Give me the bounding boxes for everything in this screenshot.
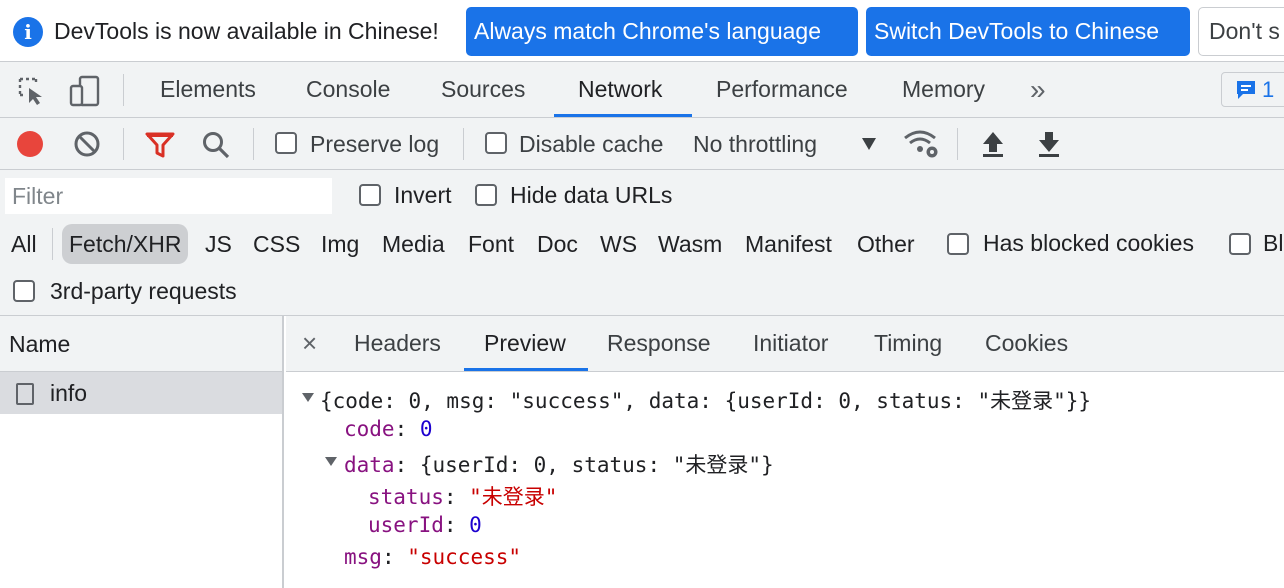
- document-icon: [16, 383, 34, 405]
- name-column-header[interactable]: Name: [0, 316, 282, 372]
- throttling-select[interactable]: No throttling: [693, 118, 817, 170]
- third-party-checkbox[interactable]: [13, 280, 35, 302]
- preserve-log-checkbox[interactable]: [275, 132, 297, 154]
- toolbar-divider: [463, 128, 464, 160]
- filter-icon[interactable]: [145, 131, 175, 159]
- infobar-message: DevTools is now available in Chinese!: [54, 18, 439, 44]
- search-icon[interactable]: [201, 130, 231, 160]
- disable-cache-checkbox[interactable]: [485, 132, 507, 154]
- toolbar-divider: [957, 128, 958, 160]
- type-filter-font[interactable]: Font: [468, 224, 514, 264]
- type-filter-doc[interactable]: Doc: [537, 224, 578, 264]
- filter-bar: Filter Invert Hide data URLs All Fetch/X…: [0, 170, 1284, 316]
- json-string-value: "未登录": [469, 485, 558, 509]
- issues-count: 1: [1262, 77, 1275, 102]
- type-filter-fetch-xhr[interactable]: Fetch/XHR: [62, 224, 189, 264]
- json-key: data: [344, 453, 395, 477]
- close-icon[interactable]: ×: [302, 316, 317, 371]
- json-key: userId: [368, 513, 444, 537]
- import-har-icon[interactable]: [981, 130, 1005, 158]
- blocked-requests-checkbox[interactable]: [1229, 233, 1251, 255]
- json-object-summary: {userId: 0, status: "未登录"}: [419, 453, 774, 477]
- type-filter-wasm[interactable]: Wasm: [658, 224, 722, 264]
- collapse-triangle-icon[interactable]: [325, 457, 337, 466]
- tab-console[interactable]: Console: [306, 62, 390, 117]
- type-filter-ws[interactable]: WS: [600, 224, 637, 264]
- toolbar-divider: [123, 74, 124, 106]
- json-key: msg: [344, 545, 382, 569]
- toolbar-divider: [123, 128, 124, 160]
- type-filter-other[interactable]: Other: [857, 224, 915, 264]
- invert-checkbox[interactable]: [359, 184, 381, 206]
- request-name: info: [50, 380, 88, 406]
- network-conditions-icon[interactable]: [902, 128, 942, 160]
- request-list-panel: Name info: [0, 316, 284, 588]
- json-entry-userid: userId: 0: [368, 513, 482, 537]
- tab-cookies[interactable]: Cookies: [985, 316, 1068, 371]
- tab-response[interactable]: Response: [607, 316, 711, 371]
- blocked-requests-label: Bl: [1263, 230, 1284, 256]
- json-key: status: [368, 485, 444, 509]
- json-root-summary[interactable]: {code: 0, msg: "success", data: {userId:…: [320, 385, 1091, 415]
- third-party-label: 3rd-party requests: [50, 278, 237, 304]
- invert-label: Invert: [394, 182, 452, 208]
- always-match-language-button[interactable]: Always match Chrome's language: [466, 7, 858, 56]
- filter-input[interactable]: Filter: [5, 178, 332, 214]
- network-toolbar: Preserve log Disable cache No throttling: [0, 118, 1284, 170]
- disable-cache-label: Disable cache: [519, 131, 664, 157]
- json-string-value: "success": [407, 545, 522, 569]
- json-entry-code: code: 0: [344, 417, 433, 441]
- type-filter-manifest[interactable]: Manifest: [745, 224, 832, 264]
- type-filter-img[interactable]: Img: [321, 224, 359, 264]
- tab-sources[interactable]: Sources: [441, 62, 525, 117]
- hide-data-urls-checkbox[interactable]: [475, 184, 497, 206]
- main-tab-bar: Elements Console Sources Network Perform…: [0, 62, 1284, 118]
- hide-data-urls-label: Hide data URLs: [510, 182, 673, 208]
- language-infobar: i DevTools is now available in Chinese! …: [0, 0, 1284, 62]
- has-blocked-cookies-label: Has blocked cookies: [983, 230, 1194, 256]
- active-tab-indicator: [464, 368, 588, 371]
- tab-initiator[interactable]: Initiator: [753, 316, 828, 371]
- tab-memory[interactable]: Memory: [902, 62, 985, 117]
- dont-show-again-button[interactable]: Don't s: [1198, 7, 1284, 56]
- tab-headers[interactable]: Headers: [354, 316, 441, 371]
- tab-network[interactable]: Network: [578, 62, 662, 117]
- type-filter-media[interactable]: Media: [382, 224, 445, 264]
- active-tab-indicator: [554, 114, 692, 117]
- chevron-down-icon[interactable]: [862, 138, 876, 150]
- type-filter-css[interactable]: CSS: [253, 224, 300, 264]
- collapse-triangle-icon[interactable]: [302, 393, 314, 402]
- json-entry-status: status: "未登录": [368, 485, 558, 509]
- json-number-value: 0: [419, 417, 433, 441]
- json-entry-data[interactable]: data: {userId: 0, status: "未登录"}: [344, 449, 774, 479]
- issues-counter-button[interactable]: 1: [1221, 72, 1284, 107]
- toolbar-divider: [52, 228, 53, 260]
- clear-icon[interactable]: [73, 130, 101, 158]
- json-key: code: [344, 417, 395, 441]
- type-filter-js[interactable]: JS: [205, 224, 232, 264]
- json-entry-msg: msg: "success": [344, 545, 522, 569]
- type-filter-all[interactable]: All: [11, 224, 37, 264]
- tab-preview[interactable]: Preview: [484, 316, 566, 371]
- json-number-value: 0: [469, 513, 482, 537]
- export-har-icon[interactable]: [1037, 130, 1061, 158]
- inspect-element-icon[interactable]: [16, 75, 48, 107]
- record-icon[interactable]: [17, 131, 43, 157]
- detail-tab-bar: × Headers Preview Response Initiator Tim…: [286, 316, 1284, 372]
- info-icon: i: [13, 17, 43, 47]
- table-row[interactable]: info: [0, 372, 282, 414]
- device-toolbar-icon[interactable]: [68, 74, 102, 108]
- tab-performance[interactable]: Performance: [716, 62, 848, 117]
- preserve-log-label: Preserve log: [310, 131, 440, 157]
- request-detail-panel: × Headers Preview Response Initiator Tim…: [286, 316, 1284, 588]
- toolbar-divider: [253, 128, 254, 160]
- tab-elements[interactable]: Elements: [160, 62, 256, 117]
- issues-icon: [1237, 81, 1255, 99]
- more-tabs-icon[interactable]: »: [1030, 62, 1046, 117]
- switch-to-chinese-button[interactable]: Switch DevTools to Chinese: [866, 7, 1190, 56]
- has-blocked-cookies-checkbox[interactable]: [947, 233, 969, 255]
- tab-timing[interactable]: Timing: [874, 316, 942, 371]
